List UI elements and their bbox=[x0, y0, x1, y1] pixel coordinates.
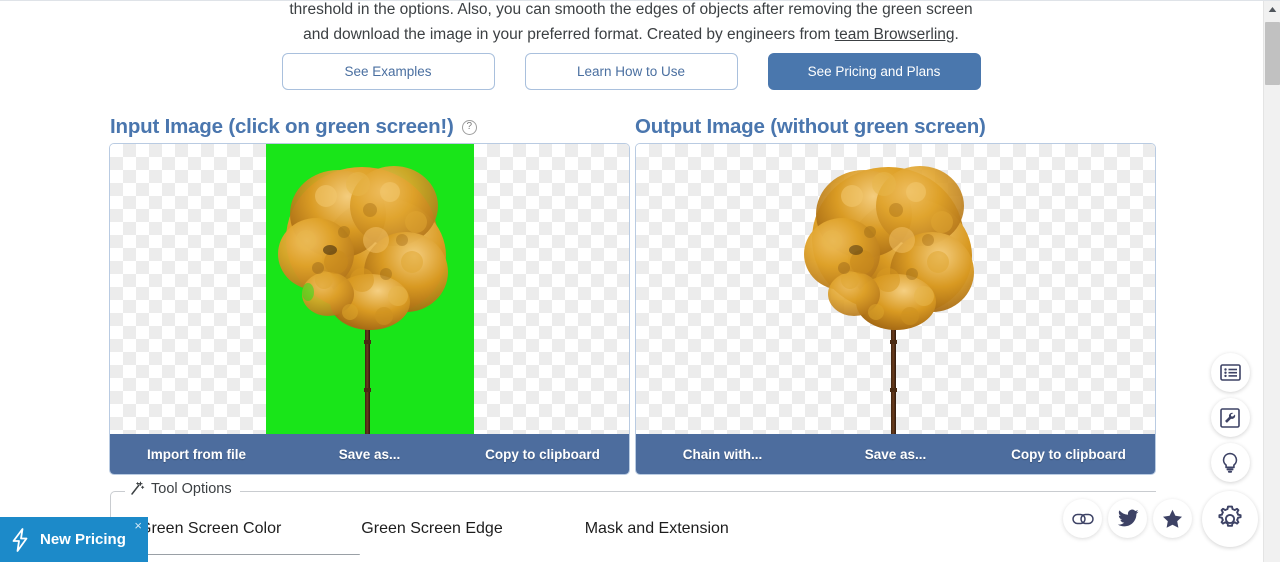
ideas-lightbulb-button[interactable] bbox=[1210, 443, 1250, 482]
output-copy-to-clipboard-button[interactable]: Copy to clipboard bbox=[982, 447, 1155, 462]
output-image-title-text: Output Image (without green screen) bbox=[635, 115, 986, 138]
input-image-title: Input Image (click on green screen!) ? bbox=[110, 115, 477, 139]
tab-mask-and-extension[interactable]: Mask and Extension bbox=[585, 520, 729, 550]
input-save-as-button[interactable]: Save as... bbox=[283, 447, 456, 462]
import-from-file-button[interactable]: Import from file bbox=[110, 447, 283, 462]
input-action-bar: Import from file Save as... Copy to clip… bbox=[110, 434, 629, 474]
new-pricing-toast[interactable]: New Pricing × bbox=[0, 517, 148, 562]
tool-options-tabs: Green Screen Color Green Screen Edge Mas… bbox=[111, 520, 1157, 550]
team-browserling-link[interactable]: team Browserling bbox=[835, 26, 955, 43]
intro-line-2-period: . bbox=[954, 26, 959, 43]
gear-icon bbox=[1218, 505, 1242, 527]
active-tab-underline bbox=[139, 554, 360, 555]
wrench-tools-button[interactable] bbox=[1210, 398, 1250, 437]
question-circle-icon[interactable]: ? bbox=[461, 119, 477, 135]
scrollbar-thumb[interactable] bbox=[1265, 22, 1280, 85]
tools-list-button[interactable] bbox=[1210, 353, 1250, 392]
tool-options-legend: Tool Options bbox=[125, 481, 240, 497]
output-action-bar: Chain with... Save as... Copy to clipboa… bbox=[636, 434, 1155, 474]
intro-line-2-text: and download the image in your preferred… bbox=[303, 26, 835, 43]
tab-green-screen-color[interactable]: Green Screen Color bbox=[139, 520, 281, 550]
settings-button[interactable] bbox=[1202, 491, 1258, 547]
copy-link-button[interactable] bbox=[1063, 499, 1102, 538]
close-icon[interactable]: × bbox=[134, 519, 142, 532]
page-root: threshold in the options. Also, you can … bbox=[0, 0, 1280, 562]
intro-paragraph: threshold in the options. Also, you can … bbox=[0, 1, 1262, 47]
see-pricing-and-plans-button[interactable]: See Pricing and Plans bbox=[767, 53, 981, 90]
input-image-panel: Import from file Save as... Copy to clip… bbox=[109, 143, 630, 475]
social-button-row bbox=[1063, 499, 1192, 538]
magic-wand-icon bbox=[131, 481, 145, 495]
intro-line-1: threshold in the options. Also, you can … bbox=[289, 1, 973, 18]
output-image-panel: Chain with... Save as... Copy to clipboa… bbox=[635, 143, 1156, 475]
tool-options-fieldset: Tool Options Green Screen Color Green Sc… bbox=[110, 481, 1157, 562]
output-flower-image bbox=[792, 144, 1000, 434]
hydrangea-illustration-transparent bbox=[804, 166, 974, 434]
scroll-up-arrow-icon[interactable] bbox=[1264, 1, 1280, 18]
input-image-title-text: Input Image (click on green screen!) bbox=[110, 115, 454, 138]
tab-green-screen-edge[interactable]: Green Screen Edge bbox=[361, 520, 502, 550]
tool-options-legend-text: Tool Options bbox=[151, 481, 232, 497]
lightbulb-icon bbox=[1222, 452, 1238, 473]
output-image-title: Output Image (without green screen) bbox=[635, 115, 986, 139]
favorite-star-button[interactable] bbox=[1153, 499, 1192, 538]
intro-line-2: and download the image in your preferred… bbox=[0, 22, 1262, 47]
floating-side-toolbar bbox=[1202, 353, 1258, 547]
page-scrollbar[interactable] bbox=[1263, 1, 1280, 562]
learn-how-to-use-button[interactable]: Learn How to Use bbox=[524, 53, 738, 90]
input-image-canvas[interactable] bbox=[110, 144, 629, 434]
twitter-share-button[interactable] bbox=[1108, 499, 1147, 538]
new-pricing-label: New Pricing bbox=[40, 531, 126, 548]
input-flower-image bbox=[266, 144, 474, 434]
lightning-bolt-icon bbox=[12, 527, 28, 552]
output-save-as-button[interactable]: Save as... bbox=[809, 447, 982, 462]
input-copy-to-clipboard-button[interactable]: Copy to clipboard bbox=[456, 447, 629, 462]
hydrangea-illustration bbox=[278, 166, 448, 434]
link-icon bbox=[1071, 513, 1094, 524]
wrench-icon bbox=[1220, 407, 1240, 428]
twitter-icon bbox=[1117, 509, 1138, 527]
cta-button-row: See Examples Learn How to Use See Pricin… bbox=[0, 53, 1262, 90]
list-icon bbox=[1219, 364, 1241, 381]
output-image-canvas[interactable] bbox=[636, 144, 1155, 434]
see-examples-button[interactable]: See Examples bbox=[281, 53, 495, 90]
chain-with-button[interactable]: Chain with... bbox=[636, 447, 809, 462]
star-icon bbox=[1163, 509, 1182, 528]
